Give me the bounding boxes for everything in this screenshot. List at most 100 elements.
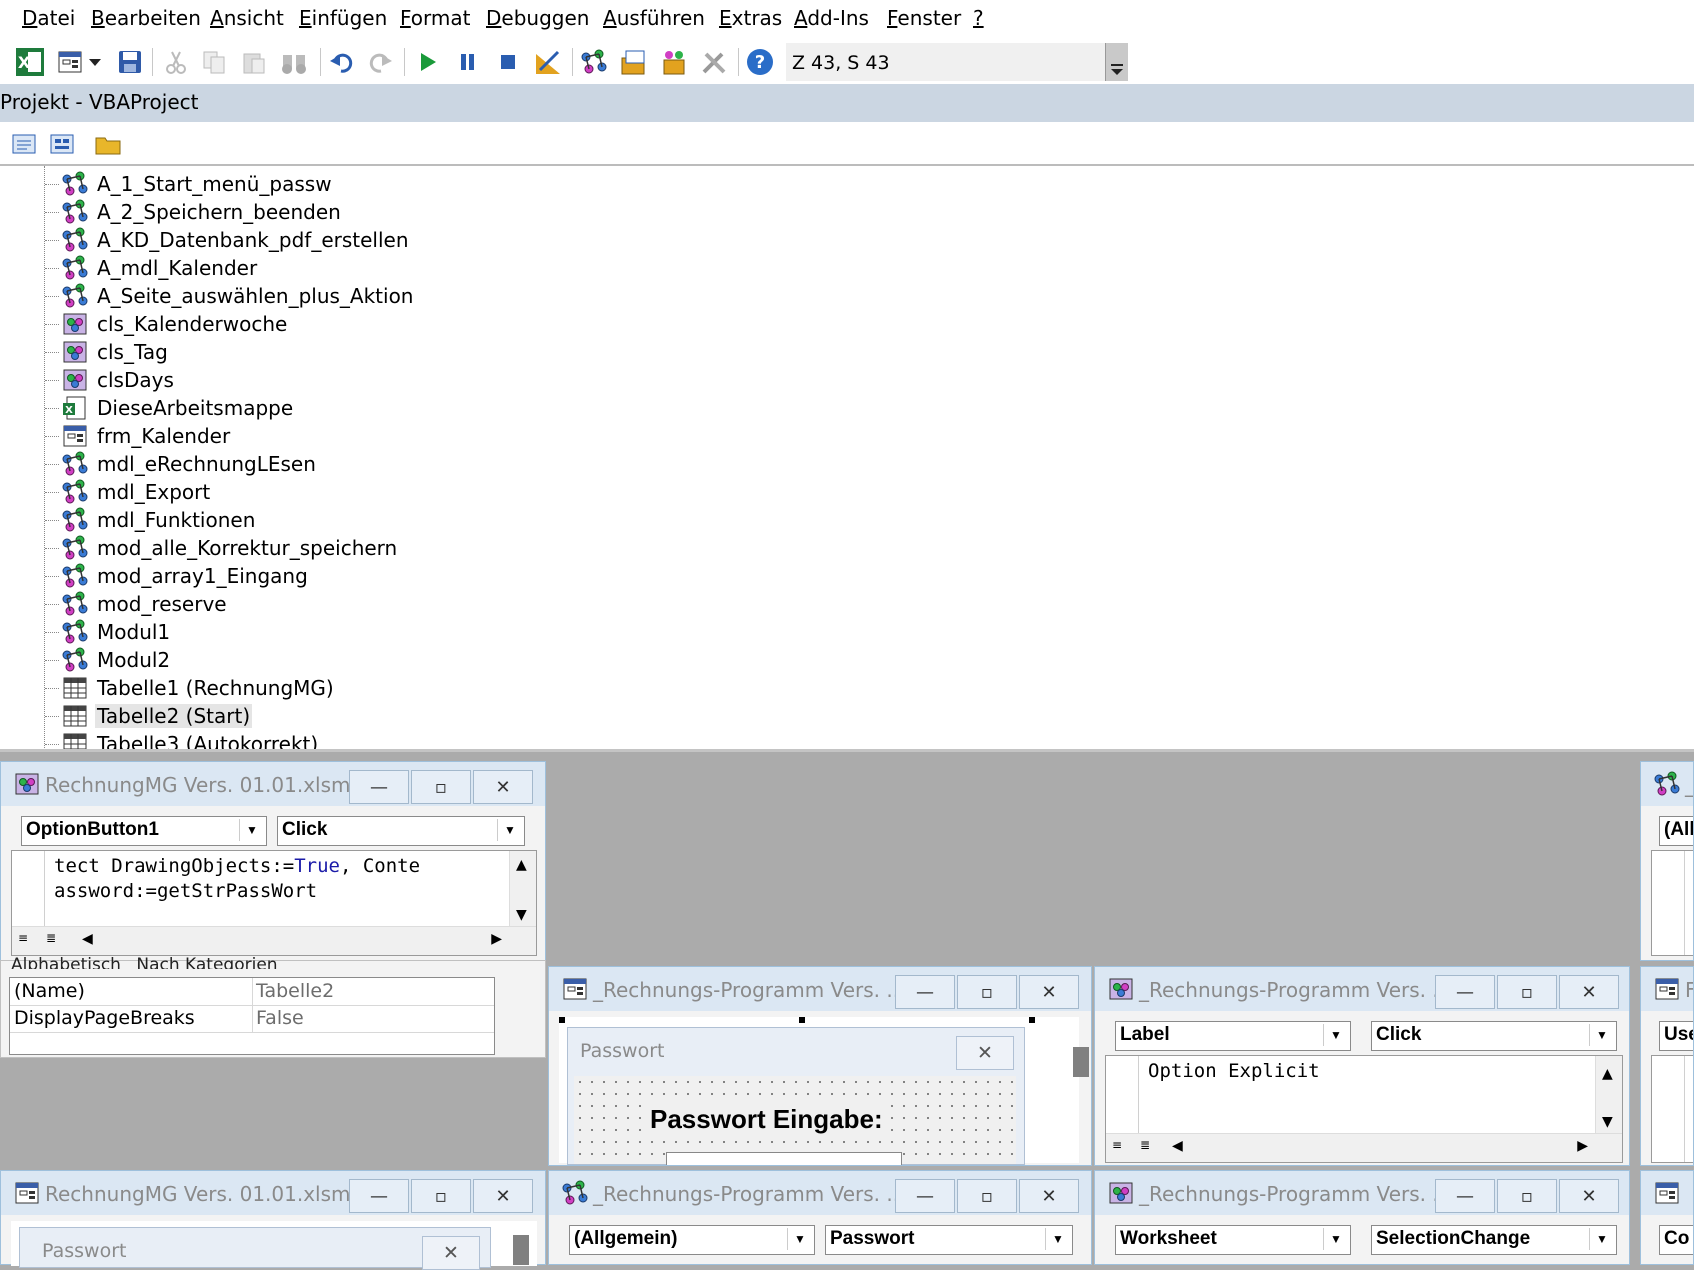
tree-item[interactable]: Modul1 [45,618,172,646]
tree-item[interactable]: A_Seite_auswählen_plus_Aktion [45,282,415,310]
scroll-left-icon[interactable]: ◀ [1172,1138,1183,1154]
restore-button[interactable]: ▫ [1497,975,1557,1009]
object-dropdown[interactable]: OptionButton1 ▼ [21,816,267,846]
tree-item[interactable]: mod_array1_Eingang [45,562,310,590]
tree-item[interactable]: Modul2 [45,646,172,674]
menu-help[interactable]: ? [973,6,984,30]
pause-icon[interactable] [452,46,484,78]
procedure-dropdown[interactable]: Click ▼ [277,816,525,846]
userform-passwort[interactable]: Passwort ✕ [19,1227,491,1270]
menu-extras[interactable]: Extras [719,6,782,30]
tree-item[interactable]: Tabelle1 (RechnungMG) [45,674,336,702]
undo-icon[interactable] [326,46,358,78]
resize-handle[interactable] [799,1017,805,1023]
tree-item[interactable]: A_1_Start_menü_passw [45,170,334,198]
margin-indicator-bar[interactable] [1652,1056,1685,1162]
property-row[interactable]: DisplayPageBreaks False [10,1005,494,1033]
property-row[interactable]: (Name) Tabelle2 [10,978,494,1006]
tree-item[interactable]: cls_Tag [45,338,170,366]
menu-ansicht[interactable]: Ansicht [210,6,284,30]
menu-add-ins[interactable]: Add-Ins [794,6,869,30]
tree-item[interactable]: mod_reserve [45,590,229,618]
tree-item[interactable]: mdl_Funktionen [45,506,257,534]
view-object-icon[interactable] [46,128,78,160]
excel-icon[interactable]: X [14,46,46,78]
code-window-titlebar[interactable] [1641,1171,1693,1215]
tree-item[interactable]: mdl_eRechnungLEsen [45,450,318,478]
userform-window-titlebar[interactable]: RechnungMG Vers. 01.01.xlsm ... — ▫ ✕ [1,1171,545,1215]
scroll-up-icon[interactable]: ▲ [1602,1066,1613,1082]
code-editor[interactable] [1651,1055,1693,1163]
scroll-right-icon[interactable]: ▶ [1577,1138,1588,1154]
menu-ausfuehren[interactable]: Ausführen [603,6,705,30]
code-editor[interactable] [1651,850,1693,956]
code-window-titlebar[interactable]: _Rechnungs-Programm Vers. ... — ▫ ✕ [1095,967,1629,1011]
properties-window-icon[interactable] [618,46,650,78]
full-module-view-icon[interactable]: ≣ [1140,1138,1150,1152]
object-dropdown[interactable]: (Allgemein) ▼ [569,1225,815,1255]
minimize-button[interactable]: — [895,975,955,1009]
project-explorer-icon[interactable] [578,46,610,78]
userform-client-grid[interactable]: Passwort Eingabe: [574,1076,1016,1165]
minimize-button[interactable]: — [349,770,409,804]
code-window-titlebar[interactable]: RechnungMG Vers. 01.01.xlsm ... — ▫ ✕ [1,762,545,806]
menu-fenster[interactable]: Fenster [887,6,961,30]
tree-item[interactable]: clsDays [45,366,176,394]
procedure-dropdown[interactable]: Click ▼ [1371,1021,1617,1051]
run-icon[interactable] [412,46,444,78]
tree-item[interactable]: DieseArbeitsmappe [45,394,295,422]
restore-button[interactable]: ▫ [411,1179,471,1213]
label-passwort-eingabe[interactable]: Passwort Eingabe: [650,1104,883,1135]
restore-button[interactable]: ▫ [957,975,1017,1009]
vertical-scrollbar[interactable]: ▲ ▼ [509,851,536,927]
toolbox-icon[interactable] [698,46,730,78]
close-button[interactable]: ✕ [1019,975,1079,1009]
procedure-dropdown[interactable]: SelectionChange ▼ [1371,1225,1617,1255]
toolbar-options-dropdown[interactable] [1105,43,1128,81]
minimize-button[interactable]: — [895,1179,955,1213]
object-browser-icon[interactable] [658,46,690,78]
property-value[interactable]: Tabelle2 [256,980,334,1002]
close-button[interactable]: ✕ [1019,1179,1079,1213]
stop-icon[interactable] [492,46,524,78]
property-value[interactable]: False [256,1007,304,1029]
scroll-up-icon[interactable]: ▲ [516,857,527,873]
scroll-left-icon[interactable]: ◀ [82,931,93,947]
insert-userform-icon[interactable] [54,46,86,78]
tree-item[interactable]: A_mdl_Kalender [45,254,259,282]
resize-handle[interactable] [559,1017,565,1023]
tree-item[interactable]: cls_Kalenderwoche [45,310,289,338]
horizontal-scrollbar[interactable]: ≡ ≣ ◀ ▶ [1106,1133,1622,1162]
scroll-down-icon[interactable]: ▼ [516,907,527,923]
code-window-titlebar[interactable]: F [1641,967,1693,1011]
menu-debuggen[interactable]: Debuggen [486,6,589,30]
save-icon[interactable] [114,46,146,78]
userform-close-button[interactable]: ✕ [956,1036,1014,1070]
chevron-down-icon[interactable] [86,46,104,78]
find-icon[interactable] [278,46,310,78]
code-window-titlebar[interactable]: _ [1641,762,1693,806]
code-editor[interactable]: tect DrawingObjects:=True, Conte assword… [11,850,537,956]
close-button[interactable]: ✕ [473,770,533,804]
scroll-down-icon[interactable]: ▼ [1602,1114,1613,1130]
tree-item[interactable]: A_2_Speichern_beenden [45,198,343,226]
minimize-button[interactable]: — [1435,1179,1495,1213]
object-dropdown[interactable]: Co [1659,1225,1693,1255]
object-dropdown[interactable]: Label ▼ [1115,1021,1351,1051]
close-button[interactable]: ✕ [1559,1179,1619,1213]
menu-bearbeiten[interactable]: Bearbeiten [91,6,201,30]
object-dropdown[interactable]: (All [1659,816,1693,846]
code-window-titlebar[interactable]: _Rechnungs-Programm Vers. ... — ▫ ✕ [549,1171,1091,1215]
help-icon[interactable]: ? [744,46,776,78]
vertical-scroll-thumb[interactable] [513,1235,529,1265]
full-module-view-icon[interactable]: ≣ [46,931,56,945]
horizontal-scrollbar[interactable]: ≡ ≣ ◀ ▶ [12,926,536,955]
restore-button[interactable]: ▫ [1497,1179,1557,1213]
tab-nach-kategorien[interactable]: Nach Kategorien [136,955,277,969]
procedure-dropdown[interactable]: Passwort ▼ [825,1225,1073,1255]
vertical-scrollbar[interactable]: ▲ ▼ [1595,1056,1622,1134]
tree-item[interactable]: Tabelle3 (Autokorrekt) [45,730,320,749]
menu-datei[interactable]: Datei [22,6,75,30]
minimize-button[interactable]: — [1435,975,1495,1009]
properties-tabs[interactable]: Alphabetisch Nach Kategorien [11,955,291,969]
